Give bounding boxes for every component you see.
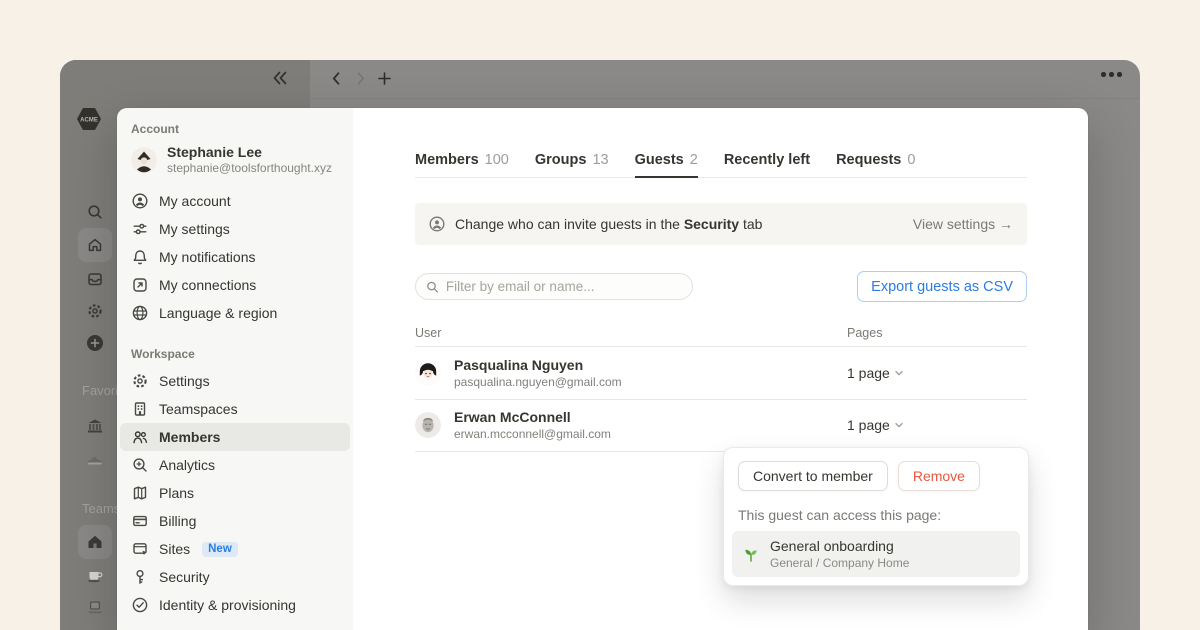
bank-emoji-icon[interactable]	[86, 417, 104, 435]
nav-item-sites[interactable]: Sites New	[120, 535, 350, 563]
tab-recently-left[interactable]: Recently left	[724, 152, 810, 177]
collapse-sidebar-icon[interactable]	[270, 68, 290, 88]
back-icon[interactable]	[328, 70, 345, 87]
search-icon	[426, 280, 439, 294]
profile-email: stephanie@toolsforthought.xyz	[167, 161, 332, 175]
sliders-icon	[131, 220, 149, 238]
laptop-emoji-icon[interactable]	[86, 598, 104, 616]
arrow-out-box-icon	[131, 276, 149, 294]
settings-gear-icon[interactable]	[86, 302, 104, 320]
nav-item-settings[interactable]: Settings	[120, 367, 350, 395]
workspace-section-label: Workspace	[131, 347, 339, 361]
inbox-icon[interactable]	[86, 270, 104, 288]
topbar-divider	[310, 98, 1140, 99]
screenshot-stage: ACME Favorites Teamspaces	[0, 0, 1200, 630]
remove-guest-button[interactable]: Remove	[898, 461, 980, 491]
person-circle-icon	[131, 192, 149, 210]
export-guests-button[interactable]: Export guests as CSV	[857, 271, 1027, 302]
pages-dropdown[interactable]: 1 page	[847, 417, 904, 433]
convert-to-member-button[interactable]: Convert to member	[738, 461, 888, 491]
bell-icon	[131, 248, 149, 266]
nav-item-my-connections[interactable]: My connections	[120, 271, 350, 299]
profile-row: Stephanie Lee stephanie@toolsforthought.…	[117, 142, 353, 177]
banner-text: Change who can invite guests in the Secu…	[455, 216, 904, 232]
settings-nav: Account Stephanie Lee stephanie@toolsfor…	[117, 108, 353, 630]
guest-email: pasqualina.nguyen@gmail.com	[454, 375, 622, 389]
magnifier-chart-icon	[131, 456, 149, 474]
nav-item-identity-provisioning[interactable]: Identity & provisioning	[120, 591, 350, 619]
people-icon	[131, 428, 149, 446]
seedling-icon	[742, 545, 760, 563]
filter-field[interactable]	[415, 273, 693, 300]
home-icon[interactable]	[86, 236, 104, 254]
guest-name: Erwan McConnell	[454, 409, 611, 425]
browser-cursor-icon	[131, 540, 149, 558]
coffee-emoji-icon[interactable]	[86, 566, 104, 584]
guests-table: User Pages Pasqualina Nguyen pasqualina.…	[415, 326, 1027, 452]
person-circle-icon	[428, 215, 446, 233]
table-header: User Pages	[415, 326, 1027, 347]
page-title: General onboarding	[770, 538, 909, 554]
nav-item-plans[interactable]: Plans	[120, 479, 350, 507]
guest-controls: Export guests as CSV	[415, 271, 1027, 302]
view-settings-link[interactable]: View settings →	[913, 216, 1013, 232]
nav-item-my-account[interactable]: My account	[120, 187, 350, 215]
svg-text:ACME: ACME	[80, 118, 98, 124]
map-icon	[131, 484, 149, 502]
guest-name: Pasqualina Nguyen	[454, 357, 622, 373]
column-pages: Pages	[847, 326, 882, 340]
column-user: User	[415, 326, 847, 340]
key-icon	[131, 568, 149, 586]
tab-groups[interactable]: Groups13	[535, 152, 609, 177]
guest-actions-popup: Convert to member Remove This guest can …	[723, 447, 1029, 586]
tab-requests[interactable]: Requests0	[836, 152, 915, 177]
building-icon	[131, 400, 149, 418]
pages-dropdown[interactable]: 1 page	[847, 365, 904, 381]
nav-item-my-settings[interactable]: My settings	[120, 215, 350, 243]
nav-item-billing[interactable]: Billing	[120, 507, 350, 535]
forward-icon[interactable]	[352, 70, 369, 87]
nav-item-members[interactable]: Members	[120, 423, 350, 451]
avatar	[131, 147, 157, 173]
new-tab-icon[interactable]	[376, 70, 393, 87]
nav-item-language-region[interactable]: Language & region	[120, 299, 350, 327]
page-path: General / Company Home	[770, 556, 909, 570]
credit-card-icon	[131, 512, 149, 530]
avatar	[415, 360, 441, 386]
nav-item-my-notifications[interactable]: My notifications	[120, 243, 350, 271]
accessible-page-item[interactable]: General onboarding General / Company Hom…	[732, 531, 1020, 577]
nav-item-security[interactable]: Security	[120, 563, 350, 591]
sneaker-emoji-icon[interactable]	[86, 450, 104, 468]
more-options-icon[interactable]	[1101, 72, 1122, 77]
house-emoji-icon[interactable]	[86, 533, 104, 551]
new-page-icon[interactable]	[86, 334, 104, 352]
tab-guests[interactable]: Guests2	[635, 152, 698, 177]
new-badge: New	[202, 542, 238, 557]
search-icon[interactable]	[86, 203, 104, 221]
tab-members[interactable]: Members100	[415, 152, 509, 177]
guest-email: erwan.mcconnell@gmail.com	[454, 427, 611, 441]
nav-item-analytics[interactable]: Analytics	[120, 451, 350, 479]
invite-settings-banner: Change who can invite guests in the Secu…	[415, 203, 1027, 245]
guest-access-label: This guest can access this page:	[738, 507, 1014, 523]
table-row: Erwan McConnell erwan.mcconnell@gmail.co…	[415, 400, 1027, 453]
nav-item-teamspaces[interactable]: Teamspaces	[120, 395, 350, 423]
avatar	[415, 412, 441, 438]
workspace-logo[interactable]: ACME	[75, 107, 103, 131]
member-tabs: Members100 Groups13 Guests2 Recently lef…	[415, 152, 1027, 178]
account-section-label: Account	[131, 122, 339, 136]
profile-name: Stephanie Lee	[167, 144, 332, 160]
check-circle-icon	[131, 596, 149, 614]
filter-input[interactable]	[446, 279, 682, 294]
chevron-down-icon	[894, 368, 904, 378]
globe-icon	[131, 304, 149, 322]
chevron-down-icon	[894, 420, 904, 430]
table-row: Pasqualina Nguyen pasqualina.nguyen@gmai…	[415, 347, 1027, 400]
gear-icon	[131, 372, 149, 390]
